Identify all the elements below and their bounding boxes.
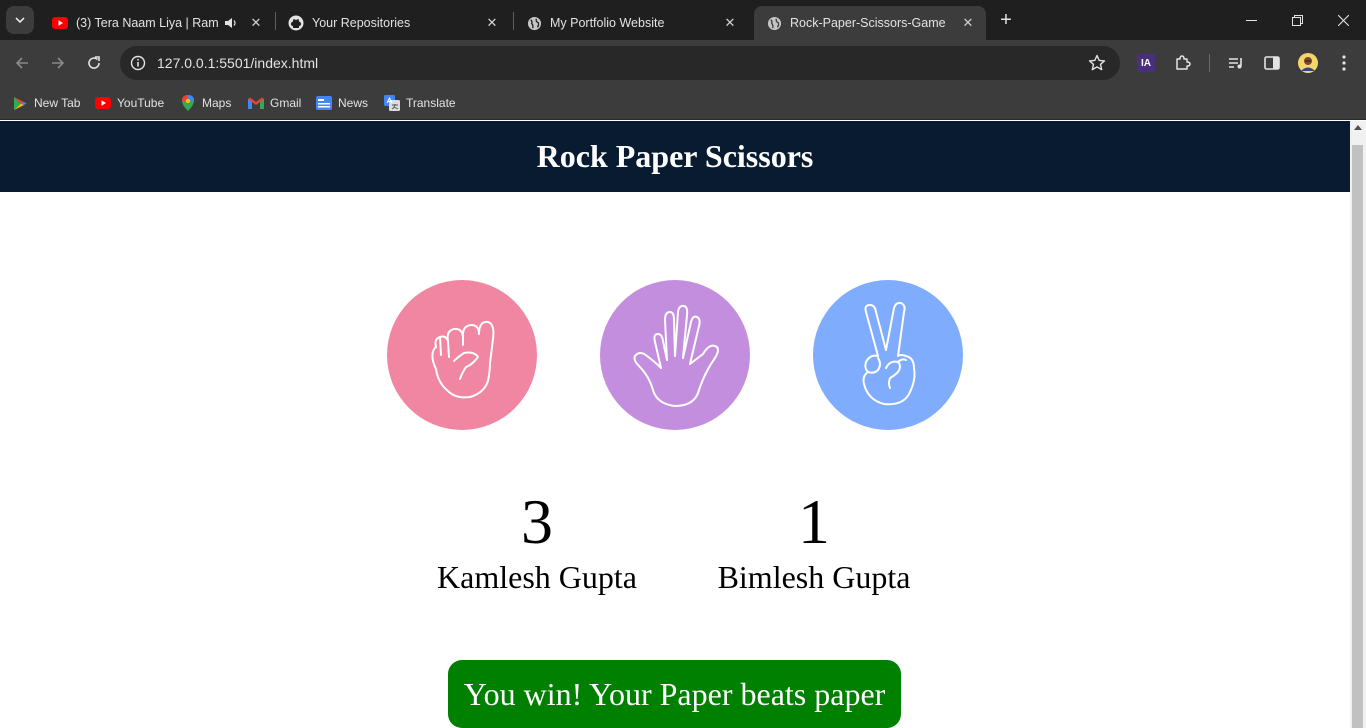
site-header: Rock Paper Scissors	[0, 121, 1350, 192]
browser-toolbar: 127.0.0.1:5501/index.html IA	[0, 40, 1366, 86]
tab-youtube[interactable]: (3) Tera Naam Liya | Ram Lal ✕	[40, 6, 274, 40]
user-score-block: 3 Kamlesh Gupta	[417, 485, 657, 595]
ia-extension-icon: IA	[1137, 54, 1155, 72]
extension-ia-button[interactable]: IA	[1135, 52, 1157, 74]
minimize-button[interactable]	[1228, 0, 1274, 40]
choice-rock[interactable]	[387, 280, 537, 430]
star-icon[interactable]	[1088, 54, 1106, 72]
user-name: Kamlesh Gupta	[437, 559, 637, 595]
fist-icon	[431, 320, 495, 399]
bookmark-gmail[interactable]: Gmail	[248, 93, 301, 113]
bookmark-translate[interactable]: Translate	[384, 93, 456, 113]
back-button[interactable]	[10, 51, 34, 75]
minimize-icon	[1245, 19, 1257, 21]
menu-button[interactable]	[1333, 52, 1355, 74]
reload-icon	[88, 56, 100, 69]
bookmark-label: News	[338, 96, 369, 110]
puzzle-icon	[1176, 55, 1191, 70]
restore-button[interactable]	[1274, 0, 1320, 40]
news-icon	[316, 95, 332, 111]
close-tab-icon[interactable]: ✕	[722, 15, 738, 31]
bookmark-label: Maps	[202, 96, 232, 110]
tab-portfolio[interactable]: My Portfolio Website ✕	[514, 6, 748, 40]
reload-button[interactable]	[82, 51, 106, 75]
scrollbar-thumb[interactable]	[1352, 145, 1363, 728]
globe-icon	[766, 15, 782, 31]
bookmark-youtube[interactable]: YouTube	[95, 93, 164, 113]
bookmark-news[interactable]: News	[316, 93, 368, 113]
play-store-icon	[12, 95, 28, 111]
computer-name: Bimlesh Gupta	[717, 559, 911, 595]
bookmark-new-tab[interactable]: New Tab	[12, 93, 80, 113]
tab-search-button[interactable]	[6, 6, 34, 34]
speaker-icon[interactable]	[224, 15, 240, 31]
tab-title: Rock-Paper-Scissors-Game	[790, 16, 946, 30]
tab-strip: (3) Tera Naam Liya | Ram Lal ✕ Your Repo…	[0, 0, 1366, 40]
more-vert-icon	[1342, 55, 1346, 71]
chevron-down-icon	[15, 17, 25, 24]
close-icon	[1337, 14, 1349, 26]
side-panel-icon	[1264, 56, 1280, 70]
queue-music-icon	[1229, 58, 1242, 69]
close-tab-icon[interactable]: ✕	[960, 15, 976, 31]
gmail-icon	[248, 95, 264, 111]
bookmark-label: Translate	[406, 96, 456, 110]
profile-button[interactable]	[1297, 52, 1319, 74]
page-viewport: Rock Paper Scissors 3 Kamlesh Gupta 1 Bi…	[0, 121, 1350, 728]
choice-paper[interactable]	[600, 280, 750, 430]
tab-title: (3) Tera Naam Liya | Ram Lal	[76, 16, 218, 30]
result-message: You win! Your Paper beats paper	[448, 660, 901, 728]
computer-score: 1	[798, 486, 830, 557]
restore-icon	[1291, 14, 1303, 26]
open-hand-icon	[633, 304, 719, 407]
toolbar-separator	[1209, 54, 1210, 72]
extensions-button[interactable]	[1172, 52, 1194, 74]
side-panel-button[interactable]	[1261, 52, 1283, 74]
forward-button[interactable]	[46, 51, 70, 75]
url-text[interactable]: 127.0.0.1:5501/index.html	[157, 55, 318, 71]
scrollbar[interactable]	[1350, 121, 1366, 728]
translate-icon	[384, 95, 400, 111]
peace-hand-icon	[862, 301, 916, 406]
arrow-left-icon	[15, 57, 28, 69]
bookmark-maps[interactable]: Maps	[180, 93, 231, 113]
page-title: Rock Paper Scissors	[536, 138, 814, 174]
bookmark-label: New Tab	[34, 96, 81, 110]
tab-github[interactable]: Your Repositories ✕	[276, 6, 510, 40]
close-window-button[interactable]	[1320, 0, 1366, 40]
globe-icon	[526, 15, 542, 31]
youtube-icon	[52, 15, 68, 31]
github-icon	[288, 15, 304, 31]
close-tab-icon[interactable]: ✕	[484, 15, 500, 31]
computer-score-block: 1 Bimlesh Gupta	[694, 485, 934, 595]
choice-scissors[interactable]	[813, 280, 963, 430]
bookmarks-bar: New Tab YouTube Maps Gmail News Translat…	[0, 86, 1366, 120]
maps-pin-icon	[180, 95, 196, 111]
tab-rock-paper-scissors[interactable]: Rock-Paper-Scissors-Game ✕	[754, 6, 986, 40]
scroll-up-arrow-icon[interactable]	[1354, 125, 1362, 130]
address-bar[interactable]: 127.0.0.1:5501/index.html	[120, 46, 1120, 80]
media-control-button[interactable]	[1225, 52, 1247, 74]
arrow-right-icon	[52, 57, 65, 69]
tab-title: My Portfolio Website	[550, 16, 665, 30]
youtube-icon	[95, 95, 111, 111]
bookmark-label: Gmail	[270, 96, 302, 110]
tab-title: Your Repositories	[312, 16, 411, 30]
user-score: 3	[521, 486, 553, 557]
avatar	[1298, 53, 1318, 73]
new-tab-button[interactable]: +	[994, 8, 1018, 32]
bookmark-label: YouTube	[117, 96, 165, 110]
site-info-icon[interactable]	[128, 53, 148, 73]
close-tab-icon[interactable]: ✕	[248, 15, 264, 31]
